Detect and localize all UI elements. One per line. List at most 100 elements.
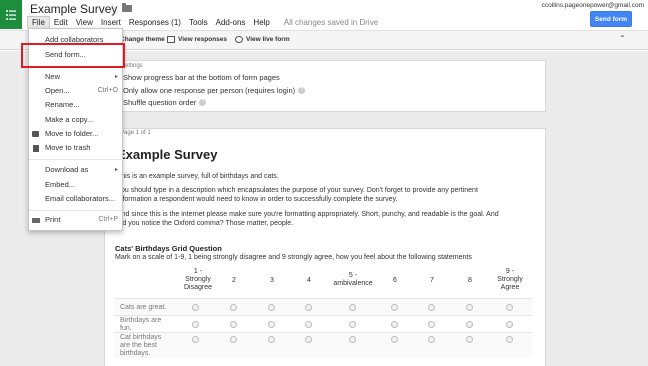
survey-description-3b[interactable]: did you notice the Oxford comma? Those m…	[117, 219, 537, 228]
radio-button[interactable]	[192, 304, 199, 311]
radio-button[interactable]	[506, 336, 513, 343]
radio-button[interactable]	[349, 336, 356, 343]
row-label: Cat birthdays are the best birthdays.	[120, 334, 161, 358]
grid-column-header: 6	[387, 277, 403, 285]
question-title[interactable]: Cats' Birthdays Grid Question	[115, 244, 222, 253]
header-line: 3	[270, 277, 274, 284]
radio-button[interactable]	[268, 321, 275, 328]
menu-item-label: Move to trash	[45, 143, 91, 152]
menu-file[interactable]: File	[27, 16, 50, 28]
option-label: Shuffle question order	[123, 98, 197, 107]
header-line: 2	[232, 277, 236, 284]
menu-item-label: Make a copy...	[45, 115, 94, 124]
menu-item-download-as[interactable]: Download as ▸	[29, 164, 124, 176]
option-shuffle[interactable]: Shuffle question order ?	[123, 98, 207, 107]
radio-button[interactable]	[391, 304, 398, 311]
forms-app-icon[interactable]	[0, 0, 22, 29]
menu-item-print[interactable]: Print Ctrl+P	[29, 214, 124, 226]
print-icon	[32, 218, 40, 223]
menu-responses[interactable]: Responses (1)	[125, 17, 185, 28]
menu-item-label: New	[45, 72, 61, 81]
shortcut-text: Ctrl+P	[98, 216, 118, 223]
radio-button[interactable]	[230, 304, 237, 311]
radio-button[interactable]	[466, 336, 473, 343]
star-icon[interactable]: ☆	[108, 3, 117, 14]
row-label-line: Birthdays are	[120, 317, 162, 324]
menu-item-move-to-trash[interactable]: Move to trash	[29, 142, 124, 154]
menu-divider	[29, 159, 124, 160]
radio-button[interactable]	[349, 304, 356, 311]
grid-column-header: 2	[226, 277, 242, 285]
menu-item-move-to-folder[interactable]: Move to folder...	[29, 128, 124, 140]
survey-description-2b[interactable]: information a respondent would need to k…	[117, 195, 537, 204]
collapse-chevron-icon[interactable]: ⌃	[619, 34, 626, 43]
radio-button[interactable]	[192, 336, 199, 343]
user-email[interactable]: ccollins.pageonepower@gmail.com	[542, 2, 644, 9]
survey-description-2a[interactable]: You should type in a description which e…	[117, 186, 537, 195]
menu-insert[interactable]: Insert	[97, 17, 125, 28]
survey-description-1[interactable]: This is an example survey, full of birth…	[117, 172, 537, 181]
menu-item-make-copy[interactable]: Make a copy...	[29, 114, 124, 126]
row-label-line: Cat birthdays	[120, 334, 162, 341]
option-progress-bar[interactable]: Show progress bar at the bottom of form …	[123, 73, 280, 82]
trash-icon	[33, 145, 39, 152]
view-responses-button[interactable]: View responses	[167, 36, 227, 43]
row-label: Birthdays are fun.	[120, 317, 161, 333]
menu-edit[interactable]: Edit	[50, 17, 72, 28]
document-title[interactable]: Example Survey	[30, 2, 117, 16]
header-line: Disagree	[183, 284, 212, 291]
option-one-response[interactable]: Only allow one response per person (requ…	[123, 86, 306, 95]
survey-description-3a[interactable]: And since this is the internet please ma…	[117, 210, 537, 219]
radio-button[interactable]	[466, 304, 473, 311]
grid-column-header: 4	[301, 277, 317, 285]
radio-button[interactable]	[428, 304, 435, 311]
question-help-text[interactable]: Mark on a scale of 1-9, 1 being strongly…	[115, 254, 472, 261]
submenu-arrow-icon: ▸	[114, 74, 118, 80]
change-theme-button[interactable]: Change theme	[120, 36, 165, 43]
radio-button[interactable]	[466, 321, 473, 328]
radio-button[interactable]	[268, 304, 275, 311]
survey-title[interactable]: Example Survey	[117, 147, 217, 162]
radio-button[interactable]	[428, 321, 435, 328]
shortcut-text: Ctrl+O	[97, 87, 118, 94]
radio-button[interactable]	[230, 321, 237, 328]
grid-column-header: 9 - Strongly Agree	[492, 268, 528, 292]
radio-button[interactable]	[428, 336, 435, 343]
menu-addons[interactable]: Add-ons	[212, 17, 250, 28]
radio-button[interactable]	[506, 304, 513, 311]
radio-button[interactable]	[268, 336, 275, 343]
radio-button[interactable]	[506, 321, 513, 328]
menu-item-rename[interactable]: Rename...	[29, 99, 124, 111]
radio-button[interactable]	[305, 336, 312, 343]
send-form-button[interactable]: Send form	[590, 11, 632, 27]
help-icon[interactable]: ?	[199, 99, 207, 106]
radio-button[interactable]	[391, 321, 398, 328]
radio-button[interactable]	[349, 321, 356, 328]
menu-item-embed[interactable]: Embed...	[29, 179, 124, 191]
radio-button[interactable]	[230, 336, 237, 343]
help-icon[interactable]: ?	[298, 87, 306, 94]
header-line: 1 -	[193, 268, 203, 275]
view-responses-label: View responses	[178, 36, 228, 43]
radio-button[interactable]	[192, 321, 199, 328]
menu-item-open[interactable]: Open... Ctrl+O	[29, 85, 124, 97]
menu-item-label: Rename...	[45, 100, 80, 109]
header-line: 8	[468, 277, 472, 284]
menu-help[interactable]: Help	[249, 17, 273, 28]
grid-column-header: 1 - Strongly Disagree	[180, 268, 216, 292]
menu-item-email-collaborators[interactable]: Email collaborators...	[29, 193, 124, 205]
header-line: 9 -	[505, 268, 515, 275]
radio-button[interactable]	[305, 304, 312, 311]
view-live-form-button[interactable]: View live form	[235, 36, 290, 43]
radio-button[interactable]	[391, 336, 398, 343]
radio-button[interactable]	[305, 321, 312, 328]
header-line: 5 -	[348, 272, 358, 279]
row-label: Cats are great.	[120, 304, 166, 312]
menu-item-new[interactable]: New ▸	[29, 71, 124, 83]
folder-icon	[32, 131, 39, 137]
menu-tools[interactable]: Tools	[185, 17, 212, 28]
header-line: 7	[430, 277, 434, 284]
option-label: Only allow one response per person (requ…	[123, 86, 296, 95]
menu-view[interactable]: View	[72, 17, 97, 28]
folder-icon[interactable]	[122, 3, 132, 12]
